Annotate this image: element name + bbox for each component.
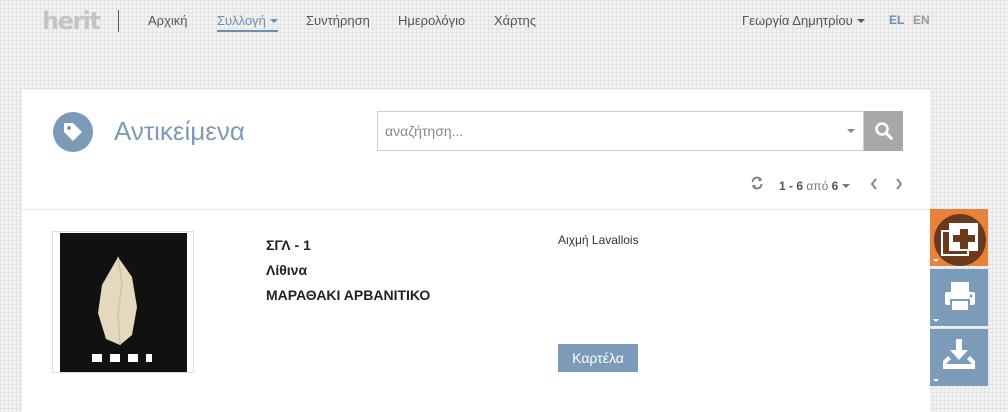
- nav-item-collection-label: Συλλογή: [217, 13, 266, 28]
- search-button[interactable]: [864, 111, 903, 151]
- print-button[interactable]: [930, 269, 988, 326]
- refresh-button[interactable]: [750, 176, 764, 195]
- top-navbar: herit Αρχική Συλλογή Συντήρηση Ημερολόγι…: [0, 0, 1008, 42]
- page-title: Αντικείμενα: [114, 116, 245, 146]
- brand-logo[interactable]: herit: [42, 7, 101, 35]
- download-button[interactable]: [930, 329, 988, 386]
- nav-item-collection[interactable]: Συλλογή: [217, 13, 278, 32]
- chevron-down-icon: [933, 379, 939, 382]
- user-menu[interactable]: Γεωργία Δημητρίου: [742, 13, 865, 28]
- chevron-down-icon: [933, 259, 939, 262]
- record-material: Λίθινα: [266, 262, 308, 278]
- add-copy-button[interactable]: [930, 209, 988, 266]
- chevron-down-icon: [856, 19, 865, 23]
- chevron-right-icon: [896, 178, 903, 190]
- chevron-down-icon: [933, 319, 939, 322]
- search-input[interactable]: [378, 112, 838, 150]
- nav-item-home[interactable]: Αρχική: [148, 13, 188, 28]
- nav-item-calendar[interactable]: Ημερολόγιο: [398, 13, 465, 28]
- search-dropdown-icon[interactable]: [847, 129, 855, 133]
- record-thumbnail[interactable]: [52, 231, 194, 373]
- next-page-button[interactable]: [894, 177, 904, 196]
- record-location: ΜΑΡΑΘΑΚΙ ΑΡΒΑΝΙΤΙΚΟ: [266, 287, 431, 303]
- lang-el[interactable]: EL: [889, 13, 904, 27]
- chevron-left-icon: [870, 178, 877, 190]
- pagination-total: 6: [831, 179, 839, 193]
- pagination-info[interactable]: 1 - 6 από 6: [779, 179, 851, 193]
- chevron-down-icon: [842, 184, 851, 188]
- artifact-photo: [60, 233, 187, 372]
- add-copy-icon: [934, 214, 986, 266]
- main-panel: Αντικείμενα 1 - 6 από 6: [22, 90, 930, 412]
- user-name: Γεωργία Δημητρίου: [742, 13, 853, 28]
- download-icon: [943, 339, 975, 369]
- record-card-button[interactable]: Καρτέλα: [558, 344, 638, 372]
- nav-item-conservation[interactable]: Συντήρηση: [306, 13, 370, 28]
- nav-item-map[interactable]: Χάρτης: [494, 13, 536, 28]
- record-code: ΣΓΛ - 1: [266, 237, 311, 253]
- prev-page-button[interactable]: [869, 177, 879, 196]
- tag-icon: [53, 112, 93, 152]
- print-icon: [945, 282, 975, 312]
- pagination-range: 1 - 6: [779, 179, 804, 193]
- logo-separator: [118, 10, 119, 32]
- refresh-icon: [751, 176, 763, 190]
- search-icon: [874, 122, 893, 140]
- record-description: Αιχμή Lavallois: [558, 233, 639, 247]
- search-box: [377, 111, 864, 151]
- pagination-of-label: από: [806, 179, 829, 193]
- lang-en[interactable]: EN: [913, 13, 930, 27]
- chevron-down-icon: [269, 19, 278, 23]
- divider: [22, 209, 930, 210]
